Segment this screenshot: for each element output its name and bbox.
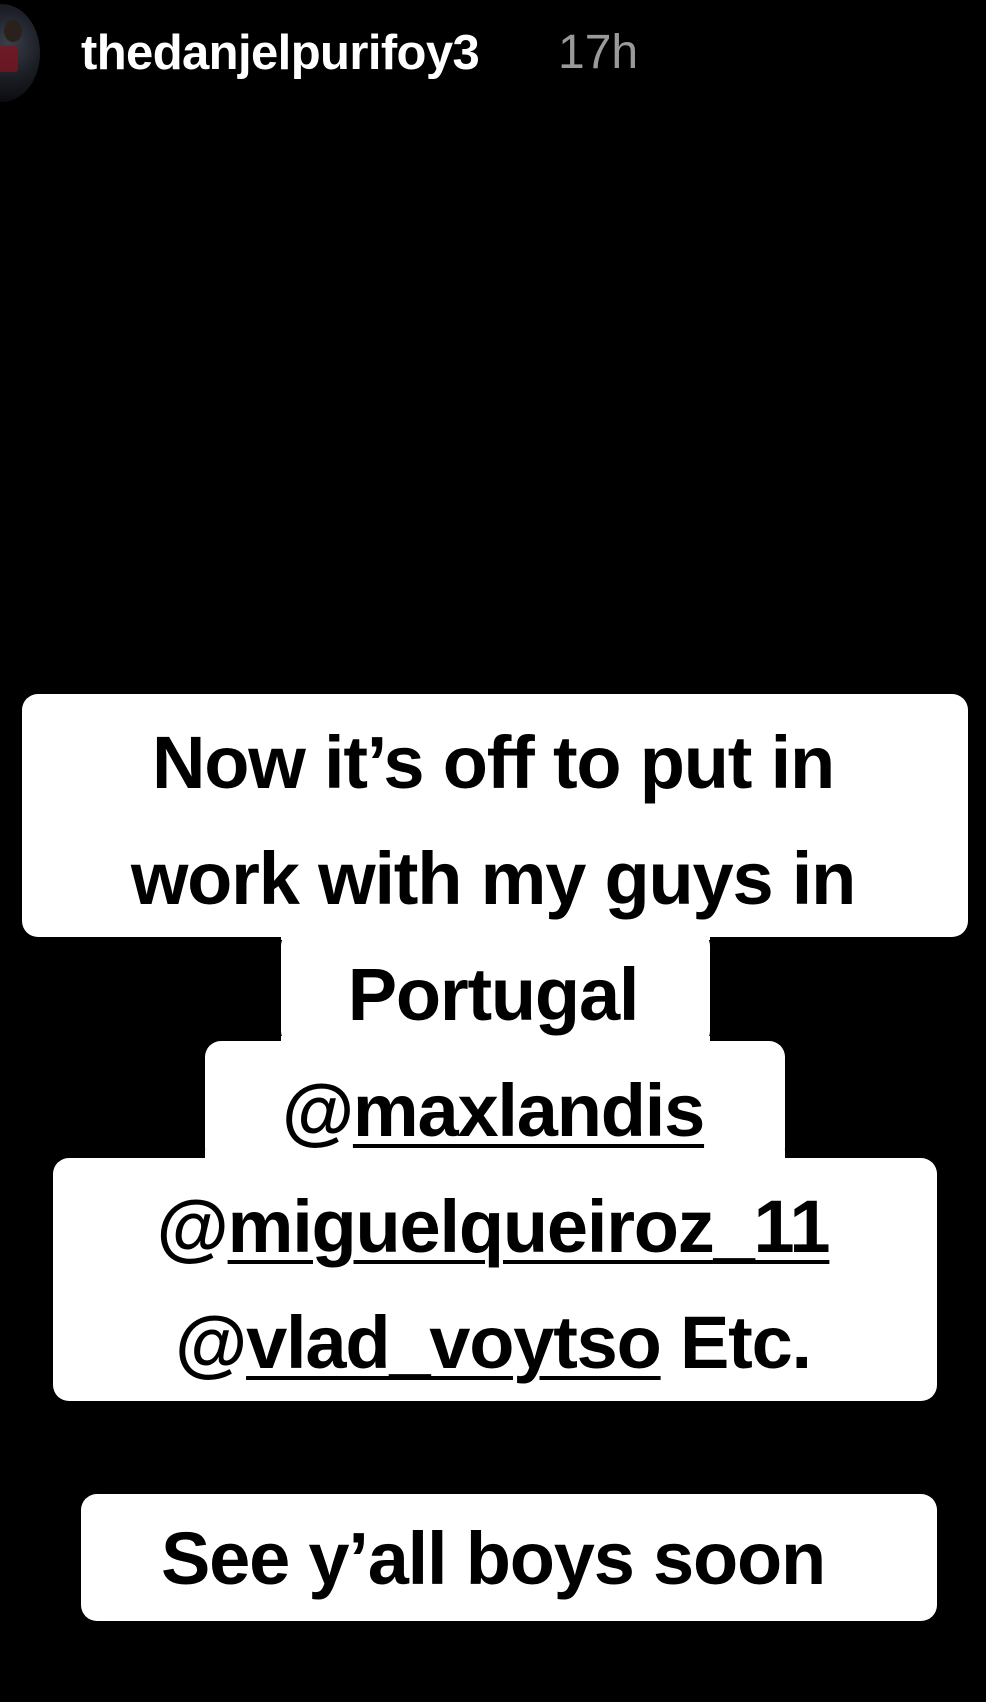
mention-at-symbol: @: [156, 1185, 229, 1268]
profile-avatar[interactable]: [0, 4, 40, 102]
avatar-jersey-shape: [0, 46, 18, 72]
caption-line-4: @maxlandis: [0, 1074, 986, 1148]
caption-line-1: Now it’s off to put in: [152, 721, 835, 804]
caption-line-2: work with my guys in: [130, 837, 857, 920]
caption-box-connector-2: [281, 1036, 710, 1052]
mention-at-symbol: @: [175, 1301, 247, 1384]
mention-maxlandis[interactable]: maxlandis: [353, 1069, 705, 1152]
footer-caption-text: See y’all boys soon: [160, 1517, 826, 1600]
avatar-head-shape: [4, 20, 22, 42]
mention-vlad-voytso[interactable]: vlad_voytso: [246, 1301, 662, 1384]
mention-miguelqueiroz[interactable]: miguelqueiroz_11: [228, 1185, 831, 1268]
story-username[interactable]: thedanjelpurifoy3: [81, 25, 480, 81]
story-header: thedanjelpurifoy3 17h: [0, 0, 986, 110]
caption-line-3: Portugal: [347, 953, 640, 1036]
story-viewer: thedanjelpurifoy3 17h Now it’s off to pu…: [0, 0, 986, 1702]
caption-box-connector-1: [281, 920, 710, 940]
mention-at-symbol: @: [281, 1069, 354, 1152]
story-timestamp: 17h: [558, 26, 639, 79]
caption-line-6: @vlad_voytso Etc.: [0, 1306, 986, 1380]
caption-etc: Etc.: [660, 1301, 812, 1384]
caption-box-connector-3: [205, 1150, 785, 1166]
caption-line-5: @miguelqueiroz_11: [0, 1190, 986, 1264]
